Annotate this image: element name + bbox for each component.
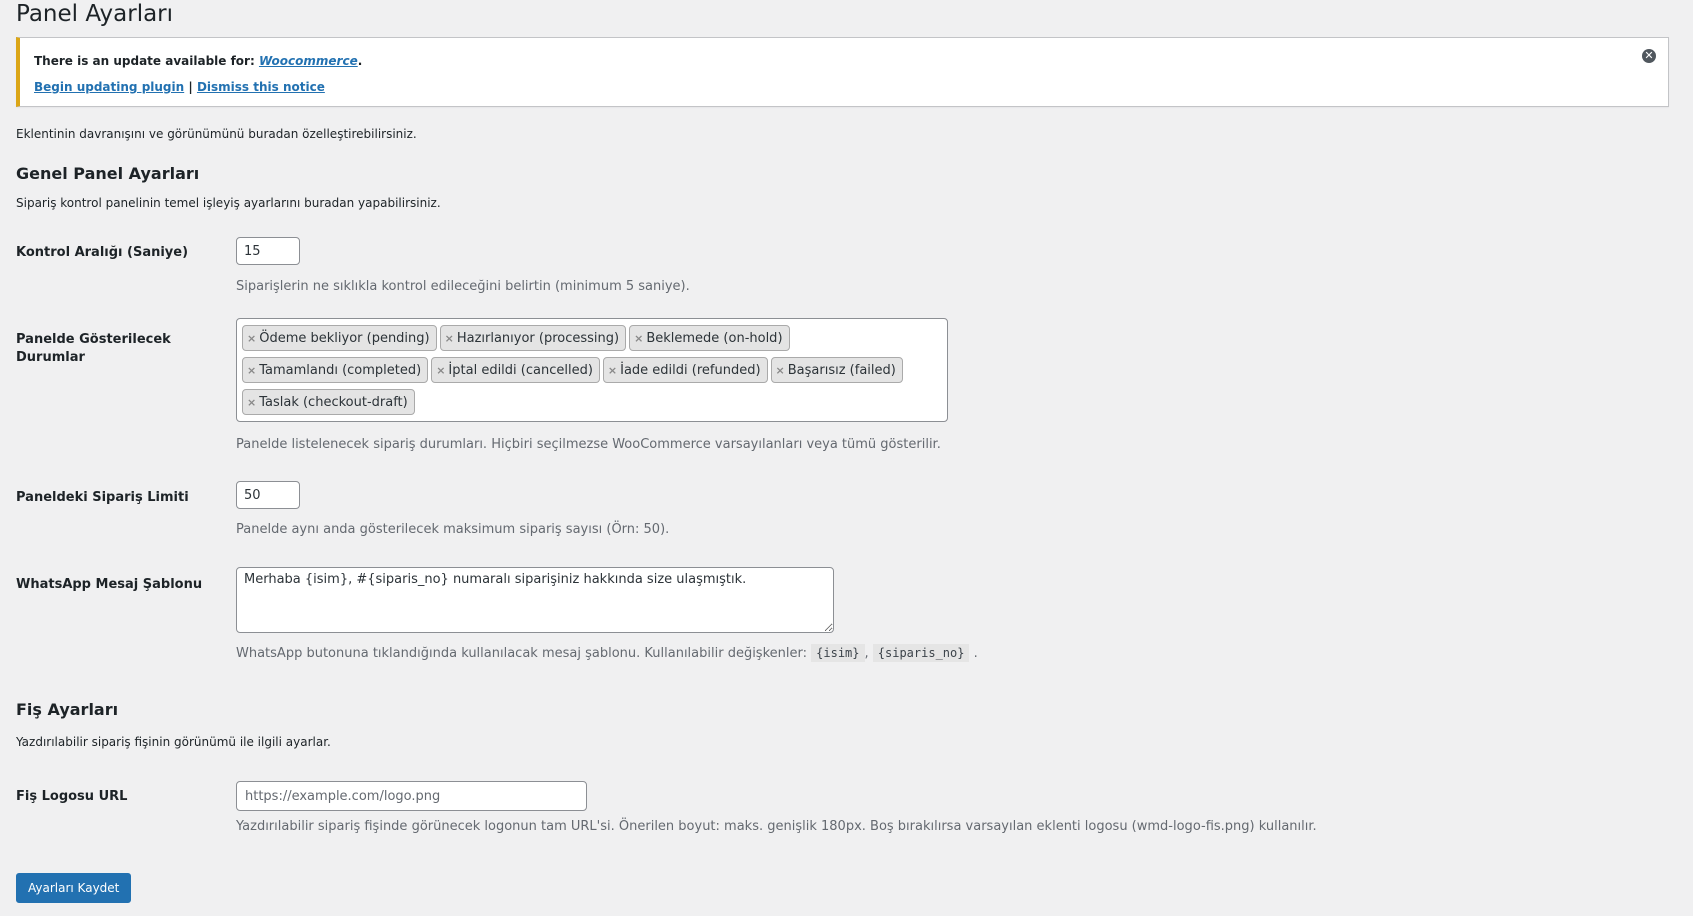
status-chip: × Beklemede (on-hold) — [629, 325, 790, 351]
remove-chip-icon[interactable]: × — [776, 364, 785, 377]
status-chip-label: Başarısız (failed) — [787, 362, 896, 378]
status-chip-label: Tamamlandı (completed) — [259, 362, 422, 378]
variable-separator: , — [864, 646, 869, 661]
begin-update-link[interactable]: Begin updating plugin — [34, 80, 184, 94]
remove-chip-icon[interactable]: × — [436, 364, 445, 377]
remove-chip-icon[interactable]: × — [608, 364, 617, 377]
status-chip: × Hazırlanıyor (processing) — [439, 325, 627, 351]
variable-isim: {isim} — [811, 644, 865, 662]
interval-input[interactable] — [236, 237, 300, 265]
limit-input[interactable] — [236, 481, 300, 509]
notice-separator: | — [188, 80, 193, 94]
status-chip-label: Taslak (checkout-draft) — [259, 394, 408, 410]
status-chip: × İptal edildi (cancelled) — [431, 357, 600, 383]
limit-description: Panelde aynı anda gösterilecek maksimum … — [236, 522, 670, 537]
remove-chip-icon[interactable]: × — [247, 332, 256, 345]
status-chip-label: Hazırlanıyor (processing) — [456, 330, 620, 346]
general-section-heading: Genel Panel Ayarları — [16, 164, 200, 183]
status-chip: × Tamamlandı (completed) — [242, 357, 429, 383]
whatsapp-field-wrap: Merhaba {isim}, #{siparis_no} numaralı s… — [236, 567, 834, 637]
interval-label: Kontrol Aralığı (Saniye) — [16, 245, 189, 260]
plugin-link[interactable]: Woocommerce — [259, 54, 358, 68]
interval-description: Siparişlerin ne sıklıkla kontrol edilece… — [236, 279, 690, 294]
status-chip: × İade edildi (refunded) — [602, 357, 768, 383]
remove-chip-icon[interactable]: × — [247, 396, 256, 409]
whatsapp-label: WhatsApp Mesaj Şablonu — [16, 577, 203, 592]
receipt-section-heading: Fiş Ayarları — [16, 700, 119, 719]
dismiss-notice-link[interactable]: Dismiss this notice — [197, 80, 325, 94]
status-chip-label: İptal edildi (cancelled) — [448, 362, 593, 378]
notice-message: There is an update available for: Woocom… — [34, 54, 362, 68]
statuses-description: Panelde listelenecek sipariş durumları. … — [236, 437, 941, 452]
status-chip-label: Ödeme bekliyor (pending) — [259, 330, 430, 346]
notice-prefix: There is an update available for: — [34, 54, 255, 68]
limit-label: Paneldeki Sipariş Limiti — [16, 490, 189, 505]
variable-siparis-no: {siparis_no} — [872, 644, 970, 662]
whatsapp-description-end: . — [973, 646, 978, 661]
remove-chip-icon[interactable]: × — [247, 364, 256, 377]
notice-suffix: . — [357, 54, 363, 68]
remove-chip-icon[interactable]: × — [634, 332, 643, 345]
page-title: Panel Ayarları — [16, 1, 174, 27]
update-notice: There is an update available for: Woocom… — [16, 37, 1669, 107]
remove-chip-icon[interactable]: × — [445, 332, 454, 345]
page-intro: Eklentinin davranışını ve görünümünü bur… — [16, 127, 417, 141]
notice-actions: Begin updating plugin | Dismiss this not… — [34, 80, 325, 94]
settings-page: Panel Ayarları There is an update availa… — [16, 0, 1693, 916]
status-multiselect[interactable]: × Ödeme bekliyor (pending) × Hazırlanıyor (… — [236, 318, 948, 422]
general-section-description: Sipariş kontrol panelinin temel işleyiş … — [16, 196, 441, 210]
whatsapp-description-text: WhatsApp butonuna tıklandığında kullanıl… — [236, 646, 807, 661]
status-chip: × Taslak (checkout-draft) — [242, 389, 415, 415]
whatsapp-description: WhatsApp butonuna tıklandığında kullanıl… — [236, 644, 978, 662]
receipt-section-description: Yazdırılabilir sipariş fişinin görünümü … — [16, 735, 331, 749]
status-chip-label: Beklemede (on-hold) — [646, 330, 783, 346]
whatsapp-template-textarea[interactable]: Merhaba {isim}, #{siparis_no} numaralı s… — [236, 567, 834, 633]
statuses-label: Panelde Gösterilecek Durumlar — [16, 332, 171, 365]
status-chip: × Ödeme bekliyor (pending) — [242, 325, 437, 351]
limit-field-wrap — [236, 481, 300, 509]
statuses-field-wrap: × Ödeme bekliyor (pending) × Hazırlanıyor (… — [236, 318, 948, 422]
status-chip: × Başarısız (failed) — [770, 357, 903, 383]
interval-field-wrap — [236, 237, 300, 265]
logo-url-label: Fiş Logosu URL — [16, 789, 128, 804]
logo-url-field-wrap — [236, 781, 587, 811]
close-icon[interactable]: ✕ — [1642, 49, 1656, 63]
save-settings-button[interactable]: Ayarları Kaydet — [16, 873, 132, 903]
logo-url-description: Yazdırılabilir sipariş fişinde görünecek… — [236, 819, 1317, 834]
status-chip-label: İade edildi (refunded) — [620, 362, 761, 378]
logo-url-input[interactable] — [236, 781, 587, 811]
